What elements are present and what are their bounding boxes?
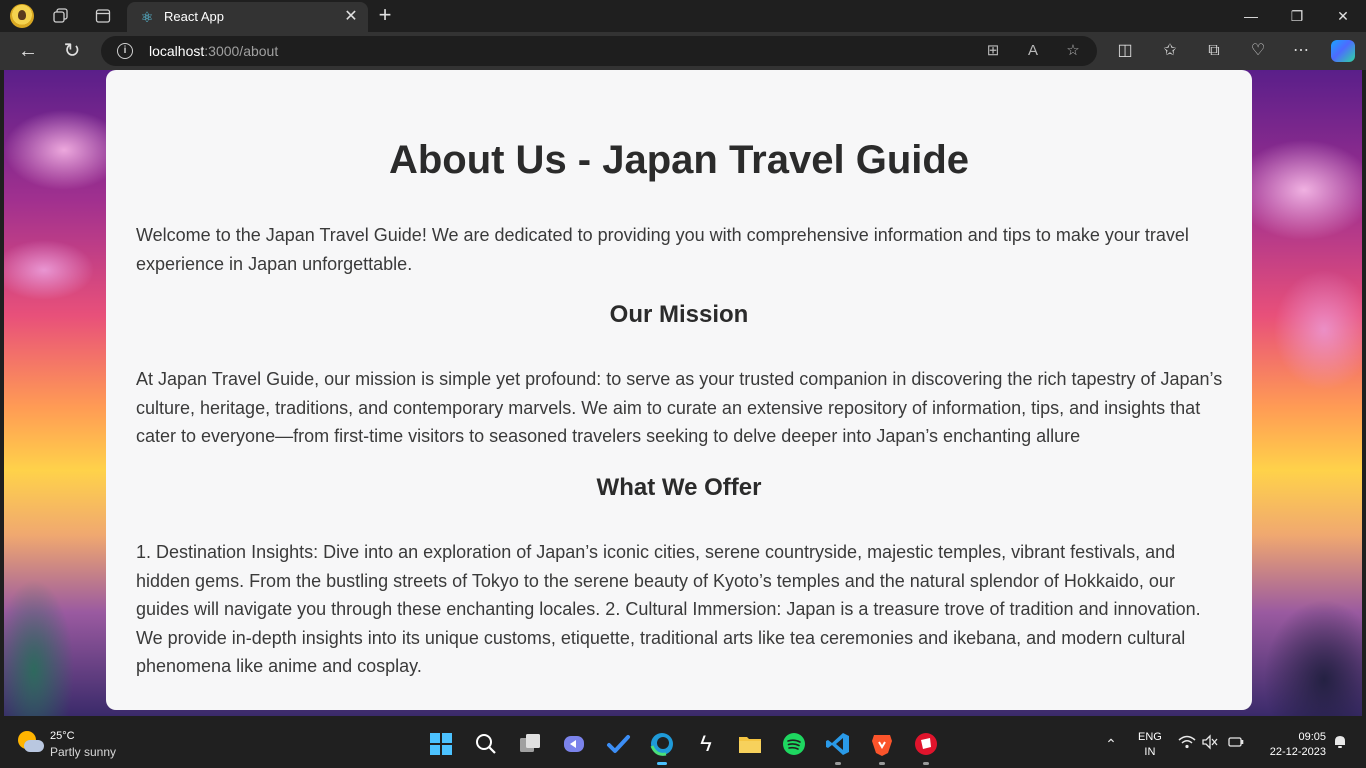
minimize-icon[interactable]: — (1236, 4, 1266, 28)
app-available-icon[interactable]: ⊞ (983, 41, 1003, 61)
notifications-icon[interactable] (1330, 734, 1350, 754)
wifi-icon[interactable] (1177, 734, 1197, 754)
volume-muted-icon[interactable] (1200, 734, 1220, 754)
chevron-up-icon[interactable]: ⌃ (1101, 734, 1121, 754)
address-bar[interactable]: i localhost:3000/about ⊞ A ☆ (101, 36, 1097, 66)
riot-client-icon[interactable] (910, 728, 942, 765)
task-view-icon[interactable] (514, 728, 546, 760)
weather-temperature[interactable]: 25°C (50, 730, 75, 742)
offer-paragraph: 1. Destination Insights: Dive into an ex… (136, 542, 1201, 676)
tab-react-app[interactable]: ⚛ React App ✕ (127, 2, 368, 32)
search-icon[interactable] (470, 728, 502, 760)
mission-heading: Our Mission (609, 301, 749, 328)
running-app-indicator (879, 762, 885, 765)
page-background: About Us - Japan Travel Guide Welcome to… (4, 70, 1362, 716)
browser-titlebar: ⚛ React App ✕ + — ❐ ✕ (0, 0, 1366, 32)
spotify-icon[interactable] (778, 728, 810, 760)
file-explorer-icon[interactable] (734, 728, 766, 760)
favorites-icon[interactable]: ✩ (1159, 40, 1181, 62)
about-card: About Us - Japan Travel Guide Welcome to… (106, 70, 1252, 710)
restore-icon[interactable]: ❐ (1282, 4, 1312, 28)
language-code: ENG (1138, 731, 1162, 743)
input-language[interactable]: ENG IN (1138, 730, 1162, 760)
tab-actions-icon[interactable] (91, 4, 115, 28)
favorite-star-icon[interactable]: ☆ (1063, 41, 1083, 61)
read-aloud-icon[interactable]: A (1023, 41, 1043, 61)
edge-browser-icon[interactable] (646, 728, 678, 765)
brave-browser-icon[interactable] (866, 728, 898, 765)
profile-avatar-icon[interactable] (10, 4, 34, 28)
workspaces-icon[interactable] (49, 4, 73, 28)
battery-icon[interactable] (1226, 734, 1246, 754)
browser-essentials-icon[interactable]: ♡ (1247, 40, 1269, 62)
active-app-indicator (657, 762, 667, 765)
region-code: IN (1144, 746, 1156, 758)
clock-time: 09:05 (1298, 731, 1326, 743)
windows-taskbar: 25°C Partly sunny ϟ ⌃ ENG IN 09:05 22-12… (0, 720, 1366, 768)
start-windows-icon[interactable] (425, 728, 457, 760)
back-arrow-icon[interactable]: ← (15, 38, 41, 64)
browser-toolbar: ← ↻ i localhost:3000/about ⊞ A ☆ ◫ ✩ ⧉ ♡… (0, 32, 1366, 70)
close-tab-icon[interactable]: ✕ (342, 8, 360, 26)
site-info-icon[interactable]: i (117, 43, 133, 59)
new-tab-icon[interactable]: + (373, 4, 397, 28)
terminal-app-icon[interactable]: ϟ (690, 728, 722, 760)
vscode-icon[interactable] (822, 728, 854, 765)
mission-paragraph: At Japan Travel Guide, our mission is si… (136, 369, 1223, 446)
running-app-indicator (835, 762, 841, 765)
offer-heading: What We Offer (596, 474, 762, 501)
partly-sunny-icon[interactable] (16, 729, 44, 757)
close-window-icon[interactable]: ✕ (1328, 4, 1358, 28)
teams-chat-icon[interactable] (558, 728, 590, 760)
refresh-icon[interactable]: ↻ (59, 38, 85, 64)
url-host: localhost (149, 43, 205, 59)
tab-title: React App (164, 9, 224, 24)
url-text[interactable]: localhost:3000/about (149, 43, 278, 59)
url-path: :3000/about (204, 43, 279, 59)
system-clock[interactable]: 09:05 22-12-2023 (1256, 730, 1326, 760)
more-menu-icon[interactable]: ⋯ (1290, 40, 1312, 62)
intro-paragraph: Welcome to the Japan Travel Guide! We ar… (136, 225, 1189, 274)
react-logo-icon: ⚛ (140, 9, 154, 25)
weather-description[interactable]: Partly sunny (50, 745, 116, 759)
clock-date: 22-12-2023 (1269, 746, 1326, 758)
todo-icon[interactable] (602, 728, 634, 760)
page-title: About Us - Japan Travel Guide (388, 138, 970, 182)
copilot-icon[interactable] (1331, 40, 1355, 62)
split-screen-icon[interactable]: ◫ (1114, 40, 1136, 62)
running-app-indicator (923, 762, 929, 765)
collections-icon[interactable]: ⧉ (1203, 40, 1225, 62)
